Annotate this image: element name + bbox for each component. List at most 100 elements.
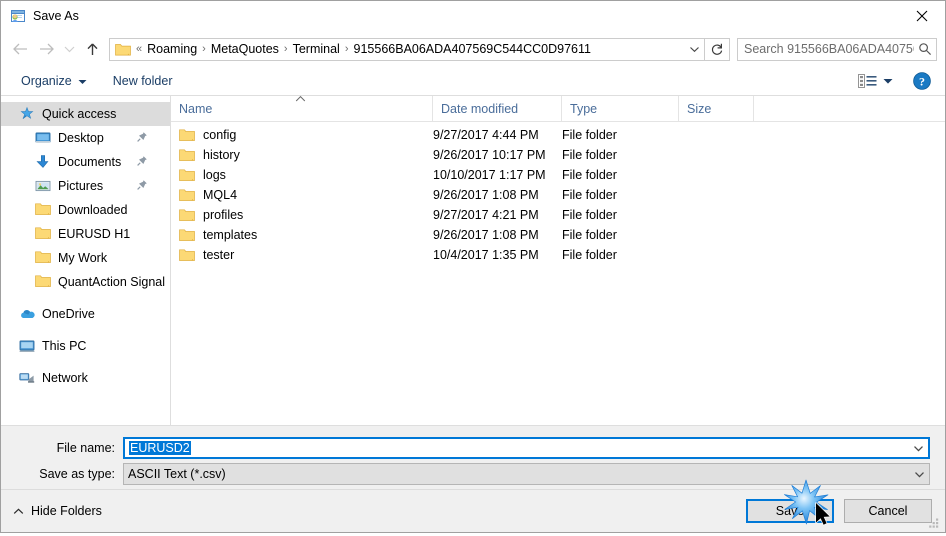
save-button-label: Save: [775, 504, 805, 518]
file-name-row: File name: EURUSD2: [1, 437, 945, 459]
file-type-cell: File folder: [562, 228, 617, 242]
column-header-name[interactable]: Name: [171, 95, 433, 121]
sidebar-item-label: Quick access: [42, 107, 117, 121]
sidebar-item-onedrive[interactable]: OneDrive: [1, 302, 170, 326]
search-input[interactable]: Search 915566BA06ADA40756...: [738, 42, 914, 56]
file-type-row: Save as type: ASCII Text (*.csv): [1, 463, 945, 485]
cancel-button-label: Cancel: [868, 504, 908, 518]
sidebar-item-quick-access[interactable]: Quick access: [1, 102, 170, 126]
breadcrumb: « Roaming › MetaQuotes › Terminal › 9155…: [135, 42, 685, 56]
hide-folders-label: Hide Folders: [31, 504, 102, 518]
file-name-label: MQL4: [203, 188, 238, 202]
save-button[interactable]: Save: [746, 499, 834, 523]
address-bar[interactable]: « Roaming › MetaQuotes › Terminal › 9155…: [109, 37, 730, 61]
sidebar-item-label: Network: [42, 371, 88, 385]
sidebar-item-network[interactable]: Network: [1, 366, 170, 390]
folder-icon: [35, 226, 51, 242]
table-row[interactable]: MQL4 9/26/2017 1:08 PM File folder: [171, 185, 945, 205]
table-row[interactable]: logs 10/10/2017 1:17 PM File folder: [171, 165, 945, 185]
column-header-date-modified[interactable]: Date modified: [433, 96, 562, 121]
sidebar-item-desktop[interactable]: Desktop: [1, 126, 170, 150]
file-name-input[interactable]: EURUSD2: [123, 437, 930, 459]
hide-folders-button[interactable]: Hide Folders: [13, 504, 102, 518]
column-header-type[interactable]: Type: [562, 96, 679, 121]
folder-icon: [115, 42, 131, 56]
table-row[interactable]: history 9/26/2017 10:17 PM File folder: [171, 145, 945, 165]
save-as-type-chevron-down-icon[interactable]: [910, 471, 929, 478]
pin-icon[interactable]: [136, 155, 148, 170]
file-date-cell: 9/26/2017 1:08 PM: [433, 188, 539, 202]
sidebar-item-eurusd-h1[interactable]: EURUSD H1: [1, 222, 170, 246]
save-as-type-label: Save as type:: [39, 467, 115, 481]
column-header-label: Size: [687, 101, 712, 116]
breadcrumb-item-roaming[interactable]: Roaming: [143, 42, 201, 56]
file-name-label: File name:: [56, 441, 115, 455]
search-icon: [914, 42, 936, 56]
sidebar-item-pictures[interactable]: Pictures: [1, 174, 170, 198]
desktop-icon: [35, 130, 51, 146]
sidebar-item-documents[interactable]: Documents: [1, 150, 170, 174]
navigation-bar: « Roaming › MetaQuotes › Terminal › 9155…: [1, 31, 945, 67]
address-chevron-down-icon[interactable]: [685, 39, 704, 60]
breadcrumb-overflow[interactable]: «: [135, 43, 143, 55]
file-name-chevron-down-icon[interactable]: [909, 445, 928, 452]
network-icon: [19, 370, 35, 386]
chevron-up-icon: [13, 504, 24, 518]
pictures-icon: [35, 178, 51, 194]
cancel-button[interactable]: Cancel: [844, 499, 932, 523]
folder-icon: [179, 128, 195, 142]
forward-arrow-icon[interactable]: [33, 36, 59, 62]
column-header-filler: [754, 96, 945, 121]
folder-icon: [179, 248, 195, 262]
organize-button[interactable]: Organize: [15, 70, 93, 92]
save-as-dialog: Save As « Roaming › MetaQuotes › Termina…: [0, 0, 946, 533]
breadcrumb-item-metaquotes[interactable]: MetaQuotes: [207, 42, 283, 56]
resize-grip[interactable]: [928, 516, 941, 529]
file-date-cell: 9/27/2017 4:44 PM: [433, 128, 539, 142]
new-folder-button[interactable]: New folder: [107, 70, 179, 92]
star-pin-icon: [19, 106, 35, 122]
pin-icon[interactable]: [136, 131, 148, 146]
command-bar: Organize New folder ?: [1, 67, 945, 96]
refresh-icon[interactable]: [704, 38, 729, 60]
navigation-sidebar: Quick access Desktop Documents Pictures …: [1, 96, 171, 425]
this-pc-icon: [19, 338, 35, 354]
sidebar-item-label: This PC: [42, 339, 87, 353]
column-header-label: Type: [570, 101, 598, 116]
search-box[interactable]: Search 915566BA06ADA40756...: [737, 37, 937, 61]
folder-icon: [35, 274, 51, 290]
view-layout-icon[interactable]: [855, 70, 879, 92]
file-name-value-wrap: EURUSD2: [125, 441, 909, 455]
file-type-cell: File folder: [562, 188, 617, 202]
sidebar-item-this-pc[interactable]: This PC: [1, 334, 170, 358]
file-type-cell: File folder: [562, 148, 617, 162]
save-as-type-select[interactable]: ASCII Text (*.csv): [123, 463, 930, 485]
table-row[interactable]: templates 9/26/2017 1:08 PM File folder: [171, 225, 945, 245]
up-arrow-icon[interactable]: [79, 36, 105, 62]
recent-locations-chevron-down-icon[interactable]: [59, 36, 79, 62]
title-bar: Save As: [1, 1, 945, 31]
column-header-size[interactable]: Size: [679, 96, 754, 121]
file-type-cell: File folder: [562, 248, 617, 262]
file-type-cell: File folder: [562, 128, 617, 142]
svg-text:?: ?: [919, 74, 925, 88]
file-type-cell: File folder: [562, 168, 617, 182]
breadcrumb-item-terminal-id[interactable]: 915566BA06ADA407569C544CC0D97611: [350, 42, 595, 56]
file-name-label: tester: [203, 248, 235, 262]
back-arrow-icon[interactable]: [7, 36, 33, 62]
breadcrumb-item-terminal[interactable]: Terminal: [289, 42, 344, 56]
help-icon[interactable]: ?: [913, 72, 931, 90]
table-row[interactable]: config 9/27/2017 4:44 PM File folder: [171, 125, 945, 145]
sidebar-item-downloaded[interactable]: Downloaded: [1, 198, 170, 222]
folder-icon: [179, 148, 195, 162]
table-row[interactable]: profiles 9/27/2017 4:21 PM File folder: [171, 205, 945, 225]
sidebar-item-label: Desktop: [58, 131, 104, 145]
onedrive-cloud-icon: [19, 306, 35, 322]
view-chevron-down-icon[interactable]: [879, 70, 897, 92]
close-icon[interactable]: [899, 1, 945, 30]
sidebar-item-my-work[interactable]: My Work: [1, 246, 170, 270]
table-row[interactable]: tester 10/4/2017 1:35 PM File folder: [171, 245, 945, 265]
sidebar-item-quantaction-signal[interactable]: QuantAction Signal: [1, 270, 170, 294]
pin-icon[interactable]: [136, 179, 148, 194]
